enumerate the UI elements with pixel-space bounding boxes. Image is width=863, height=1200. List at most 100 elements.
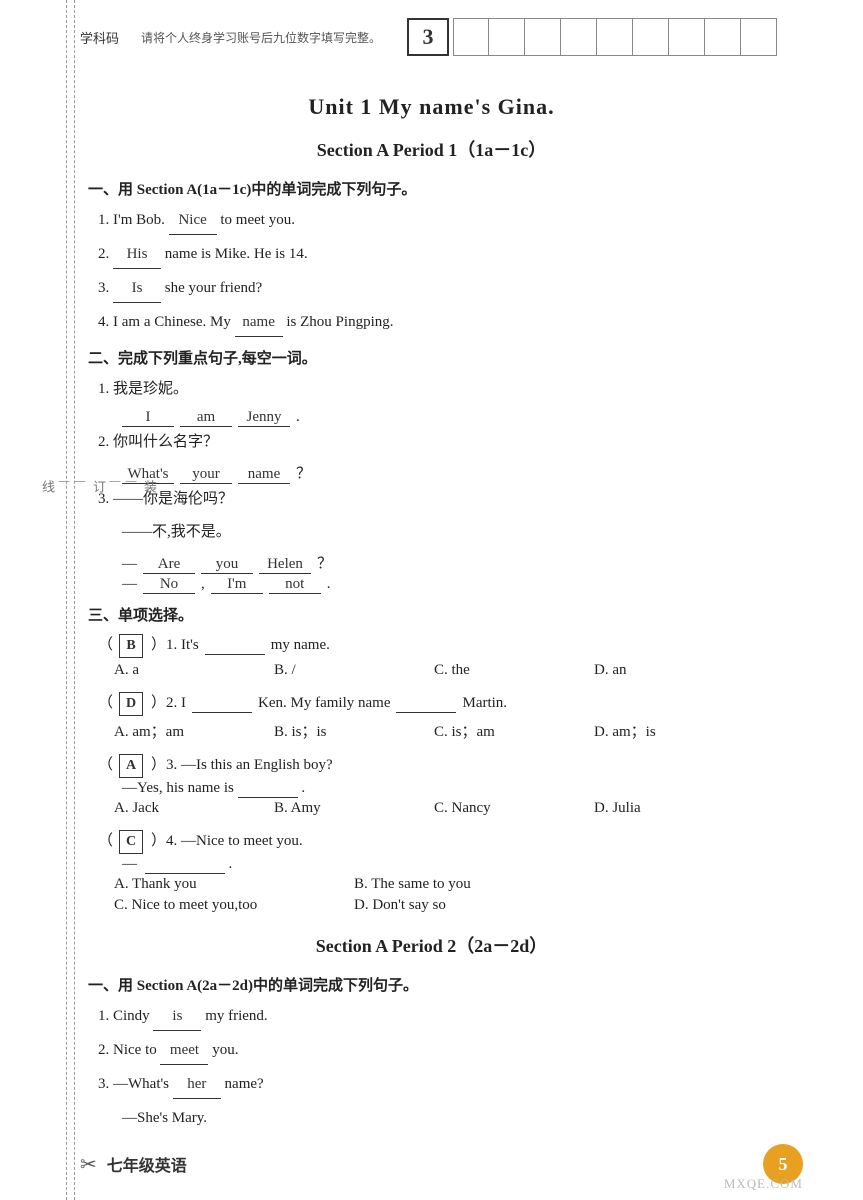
p2-item1-num: 1. 我是珍妮。 xyxy=(98,381,188,397)
p2-item3-chinese2: ——不,我不是。 xyxy=(122,519,775,546)
part1-item-2: 2. His name is Mike. He is 14. xyxy=(98,241,775,269)
part1-item-3: 3. Is she your friend? xyxy=(98,275,775,303)
p2-item1-blank2: am xyxy=(180,409,232,427)
part1-list: 1. I'm Bob. Nice to meet you. 2. His nam… xyxy=(98,207,775,337)
mc-item1-bracket-close: ）1. It's xyxy=(151,633,199,654)
account-note: 请将个人终身学习账号后九位数字填写完整。 xyxy=(141,29,381,46)
dash-prefix-1: — xyxy=(122,556,137,573)
part2-item3-line1: — Are you Helen ？ xyxy=(122,552,775,574)
mc-item3-opt-b: B. Amy xyxy=(274,798,434,819)
mc-item-2: （ D ）2. I Ken. My family name Martin. A.… xyxy=(98,691,775,743)
s2-item2-blank: meet xyxy=(160,1037,208,1065)
part2-item-3: 3. ——你是海伦吗？ xyxy=(98,486,775,513)
part1-item3-after: she your friend? xyxy=(165,280,262,296)
part3-heading: 三、单项选择。 xyxy=(88,604,775,625)
left-margin-dashes xyxy=(62,0,80,1200)
part1-item-1: 1. I'm Bob. Nice to meet you. xyxy=(98,207,775,235)
part2-heading: 二、完成下列重点句子,每空一词。 xyxy=(88,347,775,368)
mc-item4-row: （ C ）4. —Nice to meet you. xyxy=(98,829,775,854)
p2-item3-blank3: Helen xyxy=(259,556,311,574)
mc-item2-opt-a: A. am；am xyxy=(114,718,274,743)
digit-cell-6[interactable] xyxy=(633,18,669,56)
section-a-period2-title: Section A Period 2（2a－2d） xyxy=(88,932,775,958)
mc-item4-bracket-open: （ xyxy=(98,829,113,850)
s2-item3-after: name? xyxy=(225,1076,264,1092)
mc-item-1: （ B ）1. It's my name. A. a B. / C. the D… xyxy=(98,633,775,681)
p2-item2-blank3: name xyxy=(238,466,290,484)
mc-item2-text2: Martin. xyxy=(462,695,507,712)
mc-item4-dash: — xyxy=(122,856,137,872)
mc-item2-text: Ken. My family name xyxy=(258,695,390,712)
mc-item3-bracket-open: （ xyxy=(98,753,113,774)
mc-item3-opt-a: A. Jack xyxy=(114,798,274,819)
mc-item2-opt-c: C. is；am xyxy=(434,718,594,743)
digit-cell-7[interactable] xyxy=(669,18,705,56)
grade-label: 七年级英语 xyxy=(107,1152,187,1176)
part1-item1-after: to meet you. xyxy=(220,212,295,228)
s2-item1-after: my friend. xyxy=(205,1008,267,1024)
mc-item4-opt-c: C. Nice to meet you,too xyxy=(114,895,354,916)
mc-item3-answer: A xyxy=(119,754,143,778)
mc-item3-opt-d: D. Julia xyxy=(594,798,754,819)
mc-item1-blank xyxy=(205,637,265,655)
digit-cell-4[interactable] xyxy=(561,18,597,56)
page-wrapper: 装||订||线 学科码 请将个人终身学习账号后九位数字填写完整。 3 Unit … xyxy=(0,0,863,1200)
part1-heading: 一、用 Section A(1a－1c)中的单词完成下列句子。 xyxy=(88,178,775,199)
mc-item1-bracket-open: （ xyxy=(98,633,113,654)
mc-item4-text1: ）4. —Nice to meet you. xyxy=(151,829,303,850)
mc-item4-opt-b: B. The same to you xyxy=(354,874,594,895)
part2-item2-blanks: What's your name ？ xyxy=(122,462,775,484)
p2-item3-blank6: not xyxy=(269,576,321,594)
mc-item3-line2: —Yes, his name is . xyxy=(122,780,775,798)
mc-item2-opt-b: B. is；is xyxy=(274,718,434,743)
mc-item-4: （ C ）4. —Nice to meet you. — . A. Thank … xyxy=(98,829,775,916)
section2-part1-heading: 一、用 Section A(2a－2d)中的单词完成下列句子。 xyxy=(88,974,775,995)
part2-item3-line2: — No , I'm not . xyxy=(122,576,775,594)
scissors-icon: ✂ xyxy=(80,1152,97,1177)
s2-item-2: 2. Nice to meet you. xyxy=(98,1037,775,1065)
mc-item1-text: my name. xyxy=(271,637,330,654)
digit-cell-2[interactable] xyxy=(489,18,525,56)
s2-item3-response-text: —She's Mary. xyxy=(122,1110,207,1126)
p2-item3-blank4: No xyxy=(143,576,195,594)
mc-item2-blank2 xyxy=(396,695,456,713)
digit-cell-5[interactable] xyxy=(597,18,633,56)
p2-item1-punct: . xyxy=(296,409,300,426)
mc-item1-opt-c: C. the xyxy=(434,660,594,681)
mc-item2-bracket-close: ）2. I xyxy=(151,691,186,712)
mc-item1-opt-b: B. / xyxy=(274,660,434,681)
digit-cell-3[interactable] xyxy=(525,18,561,56)
section2-part1-list: 1. Cindy is my friend. 2. Nice to meet y… xyxy=(98,1003,775,1132)
part2-item-2: 2. 你叫什么名字？ xyxy=(98,429,775,456)
mc-item2-row: （ D ）2. I Ken. My family name Martin. xyxy=(98,691,775,716)
digit-cell-8[interactable] xyxy=(705,18,741,56)
mc-item3-row: （ A ）3. —Is this an English boy? xyxy=(98,753,775,778)
s2-item2-after: you. xyxy=(212,1042,238,1058)
s2-item1-blank: is xyxy=(153,1003,201,1031)
footer-left: ✂ 七年级英语 xyxy=(80,1152,187,1177)
digit-cell-9[interactable] xyxy=(741,18,777,56)
s2-item3-num: 3. —What's xyxy=(98,1076,173,1092)
p2-item3-line1-punct: ？ xyxy=(317,552,332,573)
part2-item1-blanks: I am Jenny . xyxy=(122,409,775,427)
p2-item3-blank1: Are xyxy=(143,556,195,574)
p2-item2-num: 2. 你叫什么名字？ xyxy=(98,434,218,450)
mc-item3-options: A. Jack B. Amy C. Nancy D. Julia xyxy=(114,798,775,819)
digit-cell-1[interactable] xyxy=(453,18,489,56)
dash-line-1 xyxy=(66,0,67,1200)
s2-item1-num: 1. Cindy xyxy=(98,1008,153,1024)
part1-item2-after: name is Mike. He is 14. xyxy=(165,246,308,262)
dash-prefix-2: — xyxy=(122,576,137,593)
part2-list: 1. 我是珍妮。 I am Jenny . 2. 你叫什么名字？ What's … xyxy=(98,376,775,594)
section-a-period2: Section A Period 2（2a－2d） 一、用 Section A(… xyxy=(88,932,775,1132)
mc-item1-answer: B xyxy=(119,634,143,658)
mc-item4-opt-d: D. Don't say so xyxy=(354,895,594,916)
mc-item2-answer: D xyxy=(119,692,143,716)
mc-item3-text2: —Yes, his name is xyxy=(122,780,238,796)
mc-item2-opt-d: D. am；is xyxy=(594,718,754,743)
dash-line-2 xyxy=(74,0,75,1200)
unit-title: Unit 1 My name's Gina. xyxy=(88,94,775,120)
mc-item4-options: A. Thank you B. The same to you C. Nice … xyxy=(114,874,775,916)
p2-item3-comma: , xyxy=(201,576,205,593)
part1-item-4: 4. I am a Chinese. My name is Zhou Pingp… xyxy=(98,309,775,337)
